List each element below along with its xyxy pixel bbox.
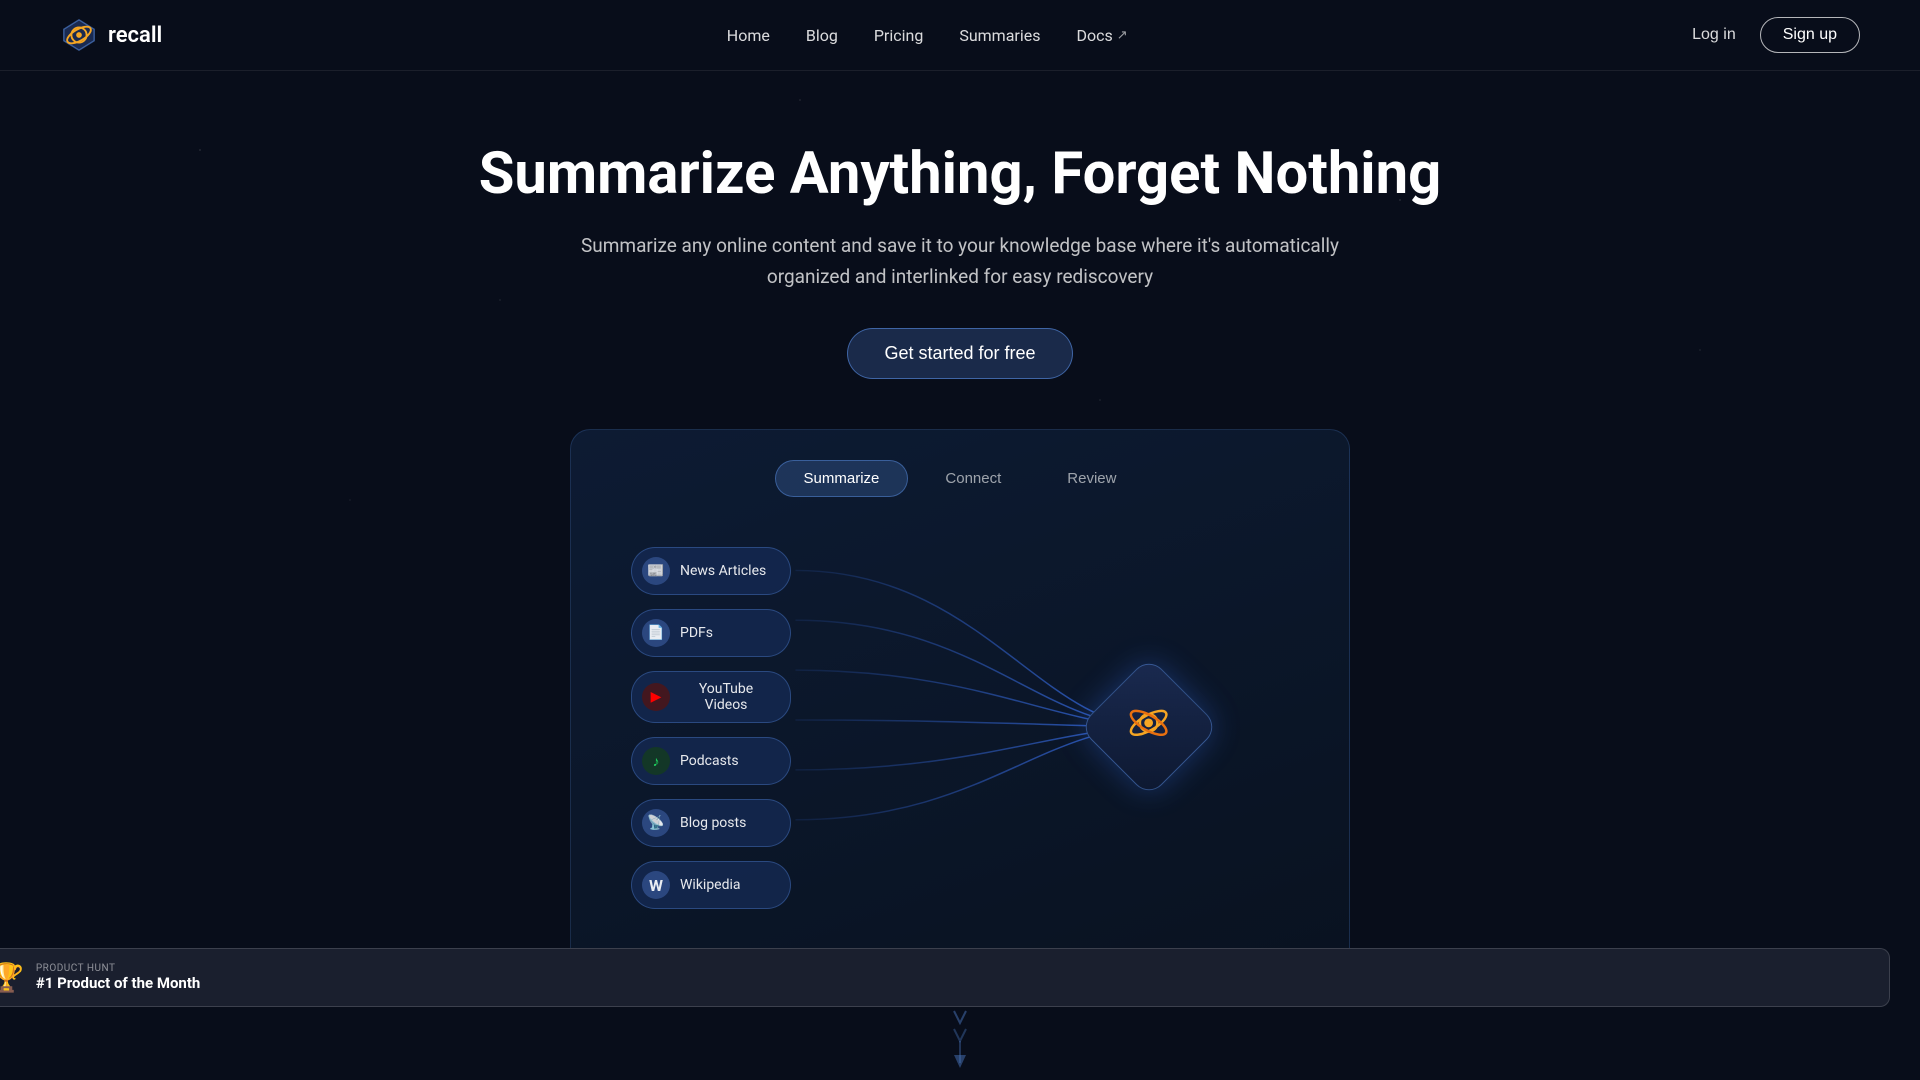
nav-home[interactable]: Home [727,26,770,45]
ph-title: #1 Product of the Month [36,974,200,992]
brand-name: recall [108,23,162,48]
nav-auth: Log in Sign up [1692,17,1860,53]
node-podcasts: ♪ Podcasts [631,737,791,785]
logo-link[interactable]: recall [60,16,162,54]
nav-links: Home Blog Pricing Summaries Docs ↗ [727,26,1128,45]
node-list: 📰 News Articles 📄 PDFs ▶ YouTube Videos … [631,547,791,909]
demo-panel: Summarize Connect Review [570,429,1350,978]
podcast-icon: ♪ [642,747,670,775]
external-link-icon: ↗ [1117,28,1128,43]
ph-text-group: PRODUCT HUNT #1 Product of the Month [36,963,200,992]
node-news-articles: 📰 News Articles [631,547,791,595]
diagram: 📰 News Articles 📄 PDFs ▶ YouTube Videos … [601,537,1319,917]
news-icon: 📰 [642,557,670,585]
cta-button[interactable]: Get started for free [847,328,1072,379]
login-button[interactable]: Log in [1692,26,1736,44]
tab-summarize[interactable]: Summarize [775,460,909,497]
node-youtube: ▶ YouTube Videos [631,671,791,723]
node-wikipedia: W Wikipedia [631,861,791,909]
signup-button[interactable]: Sign up [1760,17,1860,53]
nav-pricing[interactable]: Pricing [874,26,924,45]
nav-blog[interactable]: Blog [806,26,838,45]
youtube-icon: ▶ [642,683,670,711]
pdf-icon: 📄 [642,619,670,647]
tab-review[interactable]: Review [1038,460,1145,497]
trophy-icon: 🏆 [0,961,24,994]
hero-section: Summarize Anything, Forget Nothing Summa… [0,71,1920,978]
nav-summaries[interactable]: Summaries [959,26,1040,45]
tab-connect[interactable]: Connect [916,460,1030,497]
ph-label: PRODUCT HUNT [36,963,200,974]
hero-headline: Summarize Anything, Forget Nothing [20,141,1900,208]
hero-subheadline: Summarize any online content and save it… [570,230,1350,293]
navigation: recall Home Blog Pricing Summaries Docs … [0,0,1920,71]
recall-center-icon [1099,677,1199,777]
node-blog-posts: 📡 Blog posts [631,799,791,847]
tab-group: Summarize Connect Review [601,460,1319,497]
nav-docs[interactable]: Docs ↗ [1076,26,1127,45]
blog-icon: 📡 [642,809,670,837]
product-hunt-badge: 🏆 PRODUCT HUNT #1 Product of the Month [0,948,1890,1007]
node-pdfs: 📄 PDFs [631,609,791,657]
wikipedia-icon: W [642,871,670,899]
